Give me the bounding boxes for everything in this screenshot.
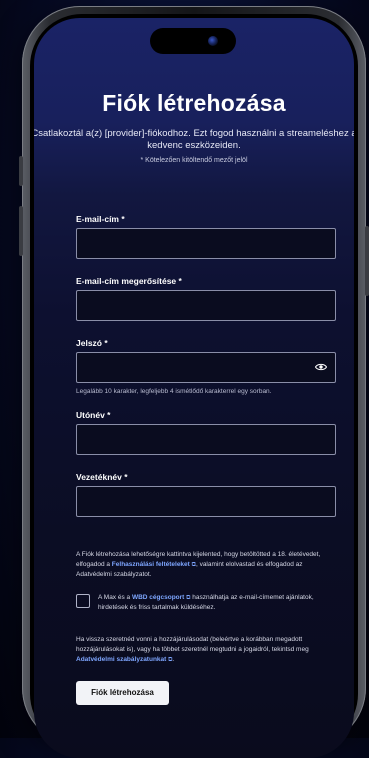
eye-icon[interactable] [315,363,327,371]
subtitle-line-2: kedvenc eszközeiden. [147,140,241,151]
withdraw-text-part1: Ha vissza szeretnéd vonni a hozzájárulás… [76,636,309,653]
email-group: E-mail-cím * [76,214,336,259]
terms-text-part2: , valamint elolvastad és elfogadod az Ad… [76,561,303,578]
privacy-policy-link[interactable]: Adatvédelmi szabályzatunkat [76,656,166,663]
consent-checkbox[interactable] [76,594,90,608]
subtitle-line-1: Csatlakoztál a(z) [provider]-fiókodhoz. … [34,128,354,139]
first-name-field[interactable] [76,424,336,455]
email-label: E-mail-cím * [76,214,125,224]
withdraw-text-part2: . [172,656,175,663]
email-confirm-group: E-mail-cím megerősítése * [76,276,336,321]
camera-icon [208,36,218,46]
password-label: Jelszó * [76,338,108,348]
consent-text: A Max és a WBD cégcsoport ⧉ használhatja… [98,593,338,613]
consent-text-part1: A Max és a [98,594,131,601]
last-name-field[interactable] [76,486,336,517]
phone-frame: Fiók létrehozása Csatlakoztál a(z) [prov… [19,6,369,758]
dynamic-island [150,28,236,54]
required-note: * Kötelezően kitöltendő mezőt jelöl [140,157,248,164]
phone-power-button [365,226,369,296]
wbd-group-link[interactable]: WBD cégcsoport [132,594,184,601]
phone-screen: Fiók létrehozása Csatlakoztál a(z) [prov… [34,18,354,758]
password-hint: Legalább 10 karakter, legfeljebb 4 ismét… [76,388,272,395]
page-title: Fiók létrehozása [102,90,286,116]
phone-volume-button [19,206,23,256]
email-confirm-label: E-mail-cím megerősítése * [76,276,182,286]
external-link-icon: ⧉ [186,595,191,601]
last-name-group: Vezetéknév * [76,472,336,517]
terms-text: A Fiók létrehozása lehetőségre kattintva… [76,550,338,580]
terms-link[interactable]: Felhasználási feltételeket [112,561,190,568]
first-name-group: Utónév * [76,410,336,455]
withdraw-text: Ha vissza szeretnéd vonni a hozzájárulás… [76,635,338,665]
page-subtitle: Csatlakoztál a(z) [provider]-fiókodhoz. … [34,128,354,152]
phone-side-button [19,156,23,186]
create-account-button[interactable]: Fiók létrehozása [76,681,169,705]
first-name-label: Utónév * [76,410,111,420]
password-group: Jelszó * Legalább 10 karakter, legfeljeb… [76,338,336,395]
consent-text-part2: használhatja az e-mail-címemet ajánlatok… [98,594,314,611]
email-confirm-field[interactable] [76,290,336,321]
email-field[interactable] [76,228,336,259]
last-name-label: Vezetéknév * [76,472,128,482]
password-field[interactable] [76,352,336,383]
